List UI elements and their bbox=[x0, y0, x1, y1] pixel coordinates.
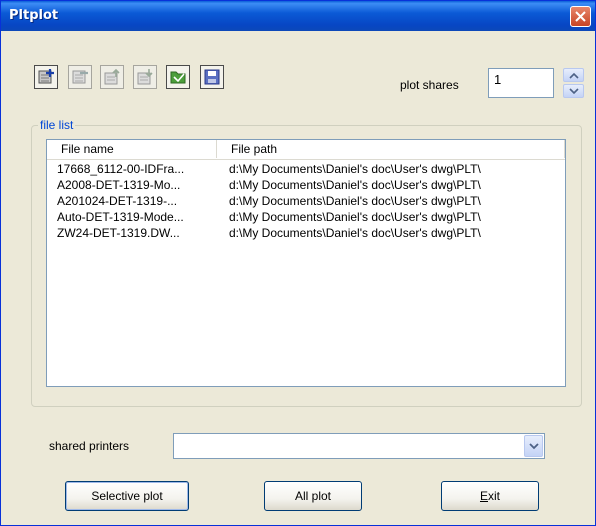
file-path-cell: d:\My Documents\Daniel's doc\User's dwg\… bbox=[229, 210, 481, 224]
save-icon bbox=[204, 69, 220, 85]
exit-button[interactable]: Exit bbox=[441, 481, 539, 511]
move-up-button[interactable] bbox=[100, 65, 124, 89]
add-file-button[interactable] bbox=[34, 65, 58, 89]
table-row[interactable]: ZW24-DET-1319.DW... d:\My Documents\Dani… bbox=[47, 225, 565, 241]
save-button[interactable] bbox=[200, 65, 224, 89]
file-path-cell: d:\My Documents\Daniel's doc\User's dwg\… bbox=[229, 162, 481, 176]
selective-plot-button[interactable]: Selective plot bbox=[65, 481, 189, 511]
shared-printers-dropdown-button[interactable] bbox=[524, 435, 543, 457]
spin-down-button[interactable] bbox=[563, 84, 584, 98]
remove-file-button[interactable] bbox=[68, 65, 92, 89]
plot-shares-input[interactable]: 1 bbox=[488, 68, 554, 98]
file-name-cell: Auto-DET-1319-Mode... bbox=[57, 210, 184, 224]
file-name-cell: A2008-DET-1319-Mo... bbox=[57, 178, 181, 192]
open-folder-icon bbox=[170, 71, 186, 84]
table-row[interactable]: A2008-DET-1319-Mo... d:\My Documents\Dan… bbox=[47, 177, 565, 193]
shared-printers-label: shared printers bbox=[49, 439, 130, 453]
open-folder-button[interactable] bbox=[166, 65, 190, 89]
chevron-up-icon bbox=[569, 72, 579, 79]
table-row[interactable]: A201024-DET-1319-... d:\My Documents\Dan… bbox=[47, 193, 565, 209]
pltplot-window: Pltplot plot shares 1 file list File nam… bbox=[0, 0, 596, 526]
file-path-cell: d:\My Documents\Daniel's doc\User's dwg\… bbox=[229, 194, 481, 208]
column-header-file-name[interactable]: File name bbox=[47, 140, 217, 158]
file-name-cell: ZW24-DET-1319.DW... bbox=[57, 226, 180, 240]
file-name-cell: 17668_6112-00-IDFra... bbox=[57, 162, 185, 176]
move-down-icon bbox=[137, 69, 153, 85]
chevron-down-icon bbox=[569, 88, 579, 95]
exit-label-rest: xit bbox=[488, 489, 500, 503]
add-file-icon bbox=[38, 69, 54, 84]
file-path-cell: d:\My Documents\Daniel's doc\User's dwg\… bbox=[229, 178, 481, 192]
chevron-down-icon bbox=[529, 443, 539, 450]
remove-file-icon bbox=[72, 70, 88, 84]
spin-up-button[interactable] bbox=[563, 68, 584, 82]
file-path-cell: d:\My Documents\Daniel's doc\User's dwg\… bbox=[229, 226, 481, 240]
exit-mnemonic: E bbox=[479, 489, 488, 503]
plot-shares-label: plot shares bbox=[400, 78, 459, 92]
all-plot-button[interactable]: All plot bbox=[264, 481, 362, 511]
close-button[interactable] bbox=[570, 6, 591, 27]
table-row[interactable]: 17668_6112-00-IDFra... d:\My Documents\D… bbox=[47, 161, 565, 177]
window-title: Pltplot bbox=[9, 8, 59, 23]
column-header-file-path[interactable]: File path bbox=[217, 140, 565, 158]
title-bar[interactable]: Pltplot bbox=[1, 1, 595, 31]
file-list-view[interactable]: File name File path 17668_6112-00-IDFra.… bbox=[46, 139, 566, 387]
close-icon bbox=[575, 11, 586, 22]
file-list-group-title: file list bbox=[38, 118, 76, 132]
move-up-icon bbox=[104, 68, 120, 85]
file-name-cell: A201024-DET-1319-... bbox=[57, 194, 178, 208]
shared-printers-select[interactable] bbox=[173, 433, 545, 459]
file-list-header: File name File path bbox=[47, 140, 565, 160]
move-down-button[interactable] bbox=[133, 65, 157, 89]
plot-shares-spinner[interactable] bbox=[563, 68, 584, 98]
table-row[interactable]: Auto-DET-1319-Mode... d:\My Documents\Da… bbox=[47, 209, 565, 225]
